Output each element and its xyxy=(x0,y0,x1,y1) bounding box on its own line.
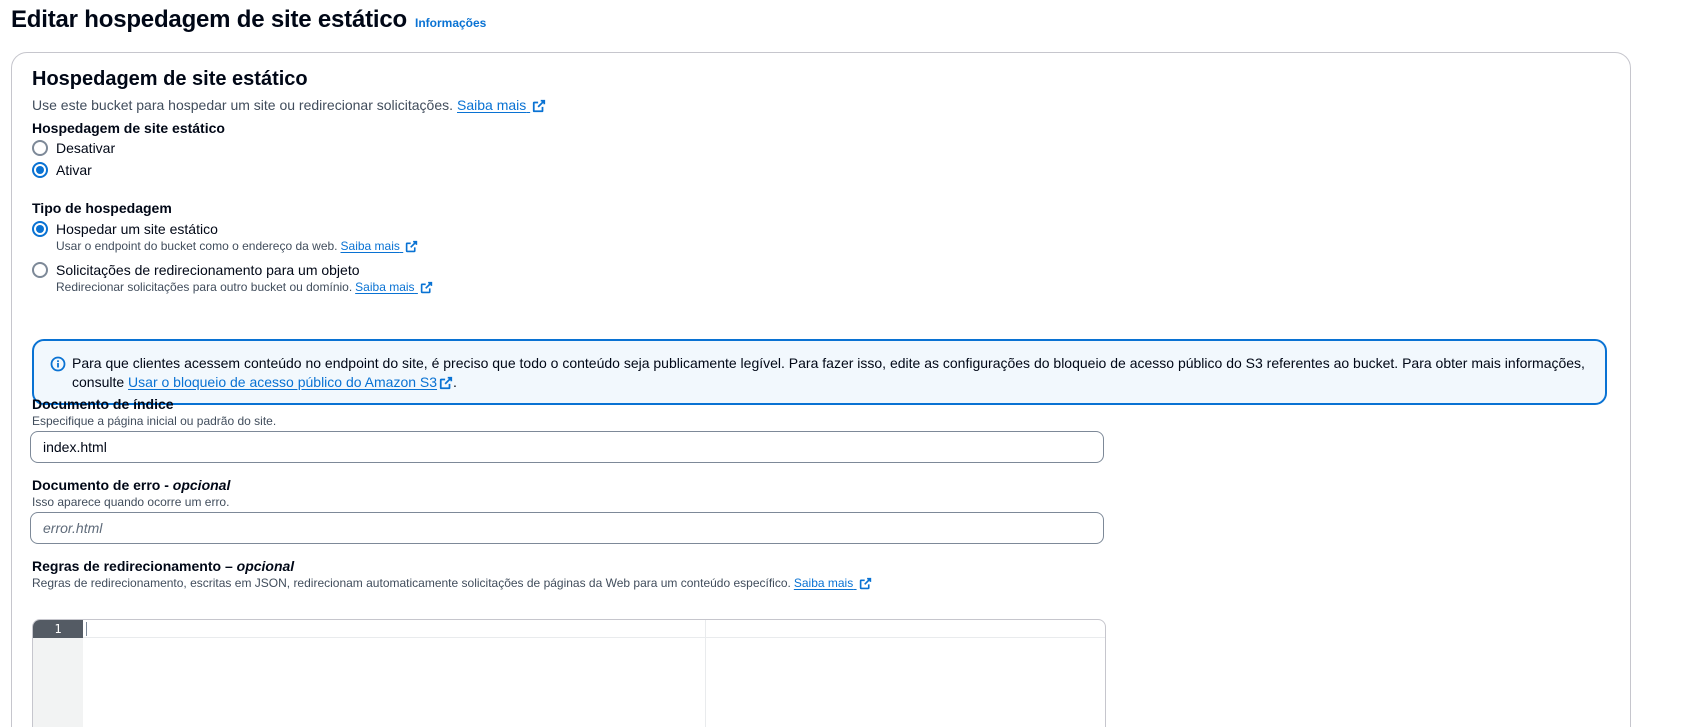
static-hosting-panel: Hospedagem de site estático Use este buc… xyxy=(11,52,1631,727)
error-document-input[interactable] xyxy=(30,512,1104,544)
static-hosting-label: Hospedagem de site estático xyxy=(32,120,225,136)
radio-host-static-label: Hospedar um site estático xyxy=(56,221,218,237)
external-link-icon xyxy=(420,281,434,295)
editor-line-number: 1 xyxy=(33,620,83,638)
redirect-rules-learn-more-link[interactable]: Saiba mais xyxy=(794,576,873,591)
page-title: Editar hospedagem de site estático xyxy=(11,6,407,33)
section-description: Use este bucket para hospedar um site ou… xyxy=(32,97,546,113)
learn-more-label: Saiba mais xyxy=(793,576,854,590)
redirect-rules-hint: Regras de redirecionamento, escritas em … xyxy=(32,576,873,591)
radio-redirect-button[interactable] xyxy=(32,262,48,278)
page-header: Editar hospedagem de site estático Infor… xyxy=(11,6,486,34)
radio-disable[interactable]: Desativar xyxy=(32,140,115,156)
redirect-rules-label: Regras de redirecionamento – opcional xyxy=(32,558,294,574)
optional-tag: opcional xyxy=(172,477,231,493)
radio-enable[interactable]: Ativar xyxy=(32,162,92,178)
radio-host-static[interactable]: Hospedar um site estático Usar o endpoin… xyxy=(32,221,419,254)
error-document-label: Documento de erro - opcional xyxy=(32,477,230,493)
host-static-learn-more-link[interactable]: Saiba mais xyxy=(341,239,420,254)
hosting-type-label: Tipo de hospedagem xyxy=(32,200,172,216)
radio-enable-label: Ativar xyxy=(56,162,92,178)
radio-disable-label: Desativar xyxy=(56,140,116,156)
radio-enable-button[interactable] xyxy=(32,162,48,178)
index-document-label: Documento de índice xyxy=(32,396,174,412)
host-static-description-text: Usar o endpoint do bucket como o endereç… xyxy=(56,239,338,254)
redirect-learn-more-link[interactable]: Saiba mais xyxy=(355,280,434,295)
editor-cursor xyxy=(86,622,87,636)
info-alert: Para que clientes acessem conteúdo no en… xyxy=(32,339,1607,405)
redirect-rules-hint-text: Regras de redirecionamento, escritas em … xyxy=(32,576,791,591)
redirect-description-text: Redirecionar solicitações para outro buc… xyxy=(56,280,353,295)
optional-tag: opcional xyxy=(236,558,295,574)
redirect-rules-label-text: Regras de redirecionamento – xyxy=(32,558,233,574)
error-document-label-text: Documento de erro - xyxy=(32,477,169,493)
section-title: Hospedagem de site estático xyxy=(32,68,308,90)
external-link-icon xyxy=(859,577,873,591)
info-icon xyxy=(50,356,66,372)
external-link-icon xyxy=(439,376,453,390)
section-description-text: Use este bucket para hospedar um site ou… xyxy=(32,97,453,114)
learn-more-label: Saiba mais xyxy=(340,239,400,253)
learn-more-label: Saiba mais xyxy=(457,97,527,113)
info-link[interactable]: Informações xyxy=(415,16,486,30)
radio-host-static-button[interactable] xyxy=(32,221,48,237)
learn-more-label: Saiba mais xyxy=(355,280,415,294)
error-document-hint: Isso aparece quando ocorre um erro. xyxy=(32,495,230,509)
index-document-hint: Especifique a página inicial ou padrão d… xyxy=(32,414,277,428)
block-public-access-link-label: Usar o bloqueio de acesso público do Ama… xyxy=(128,374,438,390)
redirect-rules-code-editor[interactable]: 1 xyxy=(32,619,1106,727)
info-alert-text: Para que clientes acessem conteúdo no en… xyxy=(72,354,1592,392)
block-public-access-link[interactable]: Usar o bloqueio de acesso público do Ama… xyxy=(128,374,453,390)
editor-print-margin xyxy=(705,620,706,727)
index-document-input[interactable] xyxy=(30,431,1104,463)
alert-text-end: . xyxy=(453,374,457,390)
radio-disable-button[interactable] xyxy=(32,140,48,156)
radio-redirect-description: Redirecionar solicitações para outro buc… xyxy=(32,280,434,295)
external-link-icon xyxy=(532,99,546,113)
radio-redirect-label: Solicitações de redirecionamento para um… xyxy=(56,262,360,278)
external-link-icon xyxy=(405,240,419,254)
section-learn-more-link[interactable]: Saiba mais xyxy=(457,97,546,113)
radio-host-static-description: Usar o endpoint do bucket como o endereç… xyxy=(32,239,419,254)
radio-redirect[interactable]: Solicitações de redirecionamento para um… xyxy=(32,262,434,295)
editor-active-line[interactable] xyxy=(83,620,1105,638)
